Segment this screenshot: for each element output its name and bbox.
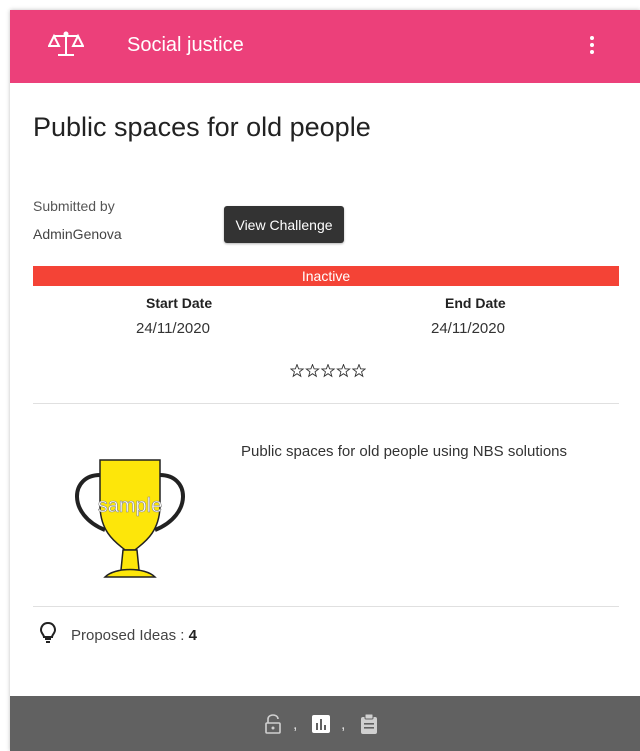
lightbulb-icon [40,622,56,643]
submitted-by-user: AdminGenova [33,226,122,242]
challenge-card: Social justice Public spaces for old peo… [10,10,640,751]
more-vert-icon[interactable] [578,30,606,60]
clipboard-icon[interactable] [360,714,378,734]
end-date-label: End Date [445,295,506,311]
rating-stars[interactable] [290,364,366,378]
step-separator: , [293,716,298,733]
submitted-by-label: Submitted by [33,198,115,214]
image-caption: sample [98,495,162,517]
proposed-ideas-label: Proposed Ideas : [71,627,189,644]
view-challenge-button[interactable]: View Challenge [224,206,344,243]
challenge-description: Public spaces for old people using NBS s… [241,443,568,460]
card-header: Social justice [10,10,640,83]
divider [33,606,619,607]
status-badge: Inactive [33,266,619,286]
divider [33,403,619,404]
end-date-value: 24/11/2020 [431,320,505,337]
proposed-ideas-count: 4 [188,627,197,644]
start-date-label: Start Date [146,295,213,311]
star-icon[interactable] [290,364,305,378]
star-icon[interactable] [351,364,366,378]
star-icon[interactable] [336,364,351,378]
step-separator: , [341,716,346,733]
star-icon[interactable] [320,364,336,378]
scales-icon [48,31,84,56]
phase-bar: , , [10,696,640,751]
lock-open-icon[interactable] [264,714,282,734]
bar-chart-icon[interactable] [312,714,330,734]
category-title: Social justice [127,34,244,56]
proposed-ideas: Proposed Ideas : 4 [71,627,197,644]
start-date-value: 24/11/2020 [136,320,210,337]
star-icon[interactable] [305,364,320,378]
challenge-title: Public spaces for old people [33,112,371,142]
trophy-image: sample [75,459,185,578]
